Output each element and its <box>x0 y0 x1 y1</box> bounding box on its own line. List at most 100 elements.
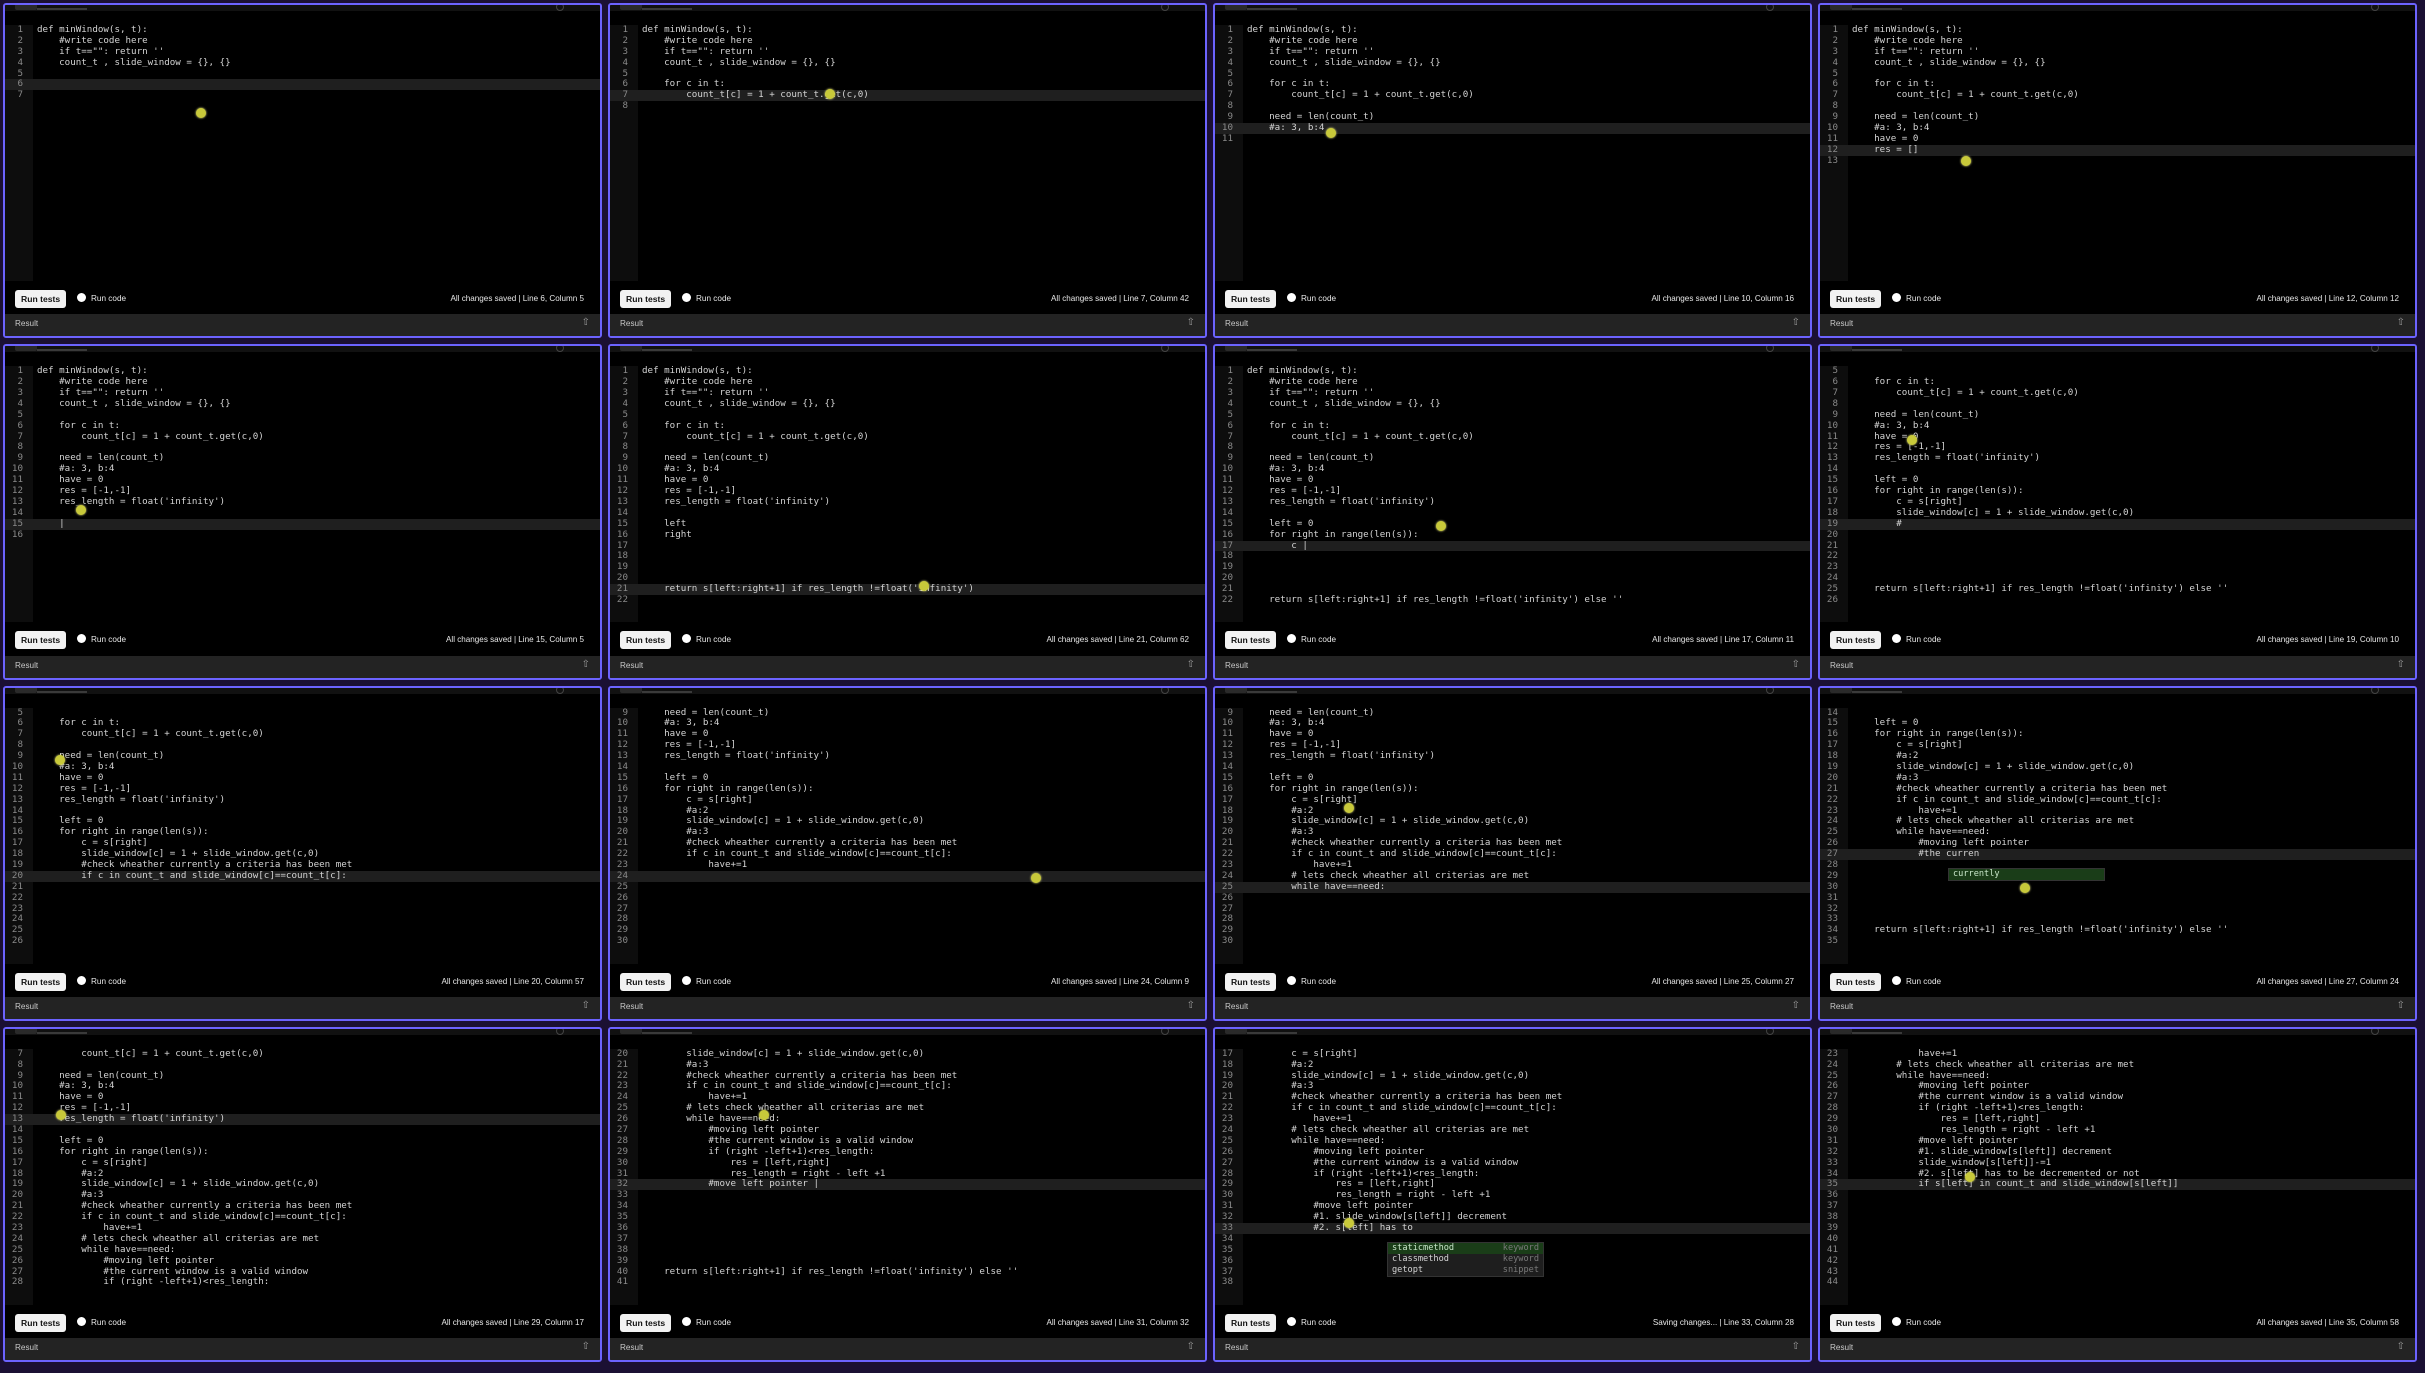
code-editor[interactable]: 56 for c in t: 7 count_t[c] = 1 + count_t… <box>5 696 600 964</box>
code-line[interactable]: 7 count_t[c] = 1 + count_t.get(c,0) <box>5 1048 600 1060</box>
run-code-button[interactable]: Run code <box>77 1314 126 1332</box>
code-line[interactable]: 38 <box>1820 1211 2415 1223</box>
code-line[interactable]: 4 count_t , slide_window = {}, {} <box>1215 398 1810 410</box>
file-tab[interactable] <box>1225 687 1247 693</box>
code-lines[interactable]: 56 for c in t: 7 count_t[c] = 1 + count_t… <box>1820 365 2415 606</box>
code-line[interactable]: 11 <box>1215 133 1810 145</box>
code-line[interactable]: 16 <box>5 529 600 541</box>
code-line[interactable]: 18 <box>1215 550 1810 562</box>
code-lines[interactable]: 9 need = len(count_t) 10 #a: 3, b:4 11 hav… <box>610 707 1205 948</box>
run-code-button[interactable]: Run code <box>1892 973 1941 991</box>
file-tab[interactable] <box>15 346 37 352</box>
expand-icon[interactable]: ⇧ <box>582 317 590 328</box>
run-tests-button[interactable]: Run tests <box>620 972 672 991</box>
code-line[interactable]: 40 return s[left:right+1] if res_length … <box>610 1266 1205 1278</box>
code-line[interactable]: 13 res_length = float('infinity') <box>5 794 600 806</box>
code-editor[interactable]: 1 def minWindow(s, t): 2 #write code here 3… <box>610 354 1205 623</box>
code-line[interactable]: 28 <box>1215 914 1810 925</box>
run-tests-button[interactable]: Run tests <box>1830 972 1882 991</box>
autocomplete-option[interactable]: getopt snippet <box>1388 1265 1543 1276</box>
code-line[interactable]: 28 if (right -left+1)<res_length: <box>5 1277 600 1288</box>
code-line[interactable]: 13 res_length = float('infinity') <box>610 496 1205 508</box>
result-panel[interactable]: Result ⇧ <box>610 314 1205 337</box>
code-line[interactable]: 21 <box>1820 540 2415 552</box>
settings-icon[interactable] <box>2371 687 2379 694</box>
run-tests-button[interactable]: Run tests <box>15 631 67 650</box>
settings-icon[interactable] <box>2371 5 2379 11</box>
run-tests-button[interactable]: Run tests <box>1225 631 1277 650</box>
code-line[interactable]: 7 count_t[c] = 1 + count_t.get(c,0) <box>1820 89 2415 101</box>
code-line[interactable]: 33 <box>610 1189 1205 1201</box>
settings-icon[interactable] <box>1766 5 1774 11</box>
expand-icon[interactable]: ⇧ <box>2397 659 2405 670</box>
code-line[interactable]: 21 return s[left:right+1] if res_length … <box>610 583 1205 595</box>
settings-icon[interactable] <box>556 346 564 353</box>
run-code-button[interactable]: Run code <box>77 973 126 991</box>
code-line[interactable]: 44 <box>1820 1277 2415 1288</box>
code-lines[interactable]: 23 have+=1 24 # lets check wheather all c… <box>1820 1048 2415 1289</box>
code-line[interactable]: 14 <box>5 507 600 519</box>
file-tab[interactable] <box>15 687 37 693</box>
run-code-button[interactable]: Run code <box>77 290 126 308</box>
code-line[interactable]: 27 <box>610 903 1205 915</box>
result-panel[interactable]: Result ⇧ <box>5 996 600 1019</box>
run-tests-button[interactable]: Run tests <box>15 290 67 308</box>
run-tests-button[interactable]: Run tests <box>620 631 672 650</box>
run-code-button[interactable]: Run code <box>682 631 731 649</box>
code-line[interactable]: 25 <box>5 924 600 936</box>
settings-icon[interactable] <box>1161 1028 1169 1035</box>
code-line[interactable]: 36 <box>610 1222 1205 1234</box>
code-line[interactable]: 4 count_t , slide_window = {}, {} <box>5 398 600 410</box>
run-code-button[interactable]: Run code <box>682 973 731 991</box>
run-code-button[interactable]: Run code <box>682 290 731 308</box>
result-panel[interactable]: Result ⇧ <box>5 1338 600 1360</box>
code-line[interactable]: 10 #a: 3, b:4 <box>1215 122 1810 134</box>
settings-icon[interactable] <box>1161 346 1169 353</box>
code-line[interactable]: 41 <box>1820 1244 2415 1256</box>
autocomplete-option[interactable]: currently <box>1949 869 2104 881</box>
code-editor[interactable]: 1 def minWindow(s, t): 2 #write code here 3… <box>1215 354 1810 623</box>
expand-icon[interactable]: ⇧ <box>1792 317 1800 328</box>
code-editor[interactable]: 20 slide_window[c] = 1 + slide_window.ge… <box>610 1037 1205 1305</box>
run-code-button[interactable]: Run code <box>77 631 126 649</box>
code-line[interactable]: 13 <box>1820 155 2415 167</box>
code-line[interactable]: 20 if c in count_t and slide_window[c]==… <box>5 870 600 882</box>
code-line[interactable]: 22 <box>1820 550 2415 562</box>
code-line[interactable]: 24 <box>5 914 600 925</box>
settings-icon[interactable] <box>1161 5 1169 11</box>
code-line[interactable]: 35 <box>610 1211 1205 1223</box>
code-line[interactable]: 23 <box>1820 561 2415 573</box>
code-line[interactable]: 18 slide_window[c] = 1 + slide_window.ge… <box>1820 507 2415 519</box>
run-tests-button[interactable]: Run tests <box>620 1313 672 1332</box>
result-panel[interactable]: Result ⇧ <box>1820 655 2415 678</box>
result-panel[interactable]: Result ⇧ <box>1820 314 2415 337</box>
code-line[interactable]: 4 count_t , slide_window = {}, {} <box>1820 57 2415 69</box>
code-line[interactable]: 15 | <box>5 518 600 530</box>
code-line[interactable]: 42 <box>1820 1255 2415 1267</box>
code-line[interactable]: 30 <box>610 935 1205 947</box>
code-line[interactable]: 13 res_length = float('infinity') <box>610 750 1205 762</box>
code-editor[interactable]: 1 def minWindow(s, t): 2 #write code here 3… <box>1215 13 1810 281</box>
code-line[interactable]: 43 <box>1820 1266 2415 1278</box>
file-tab[interactable] <box>1830 687 1852 693</box>
code-line[interactable]: 26 <box>1215 892 1810 904</box>
code-line[interactable]: 14 <box>610 507 1205 519</box>
code-line[interactable]: 35 <box>1820 935 2415 947</box>
code-line[interactable]: 13 res_length = float('infinity') <box>1215 496 1810 508</box>
code-line[interactable]: 40 <box>1820 1233 2415 1245</box>
settings-icon[interactable] <box>556 1028 564 1035</box>
code-line[interactable]: 35 if s[left] in count_t and slide_windo… <box>1820 1178 2415 1191</box>
run-code-button[interactable]: Run code <box>1892 290 1941 308</box>
code-line[interactable]: 41 <box>610 1277 1205 1288</box>
result-panel[interactable]: Result ⇧ <box>1820 1338 2415 1360</box>
autocomplete-popup[interactable]: staticmethod keyword classmethod keyword get… <box>1387 1242 1544 1278</box>
code-line[interactable]: 26 <box>5 935 600 947</box>
code-line[interactable]: 12 res = [] <box>1820 144 2415 156</box>
code-lines[interactable]: 9 need = len(count_t) 10 #a: 3, b:4 11 hav… <box>1215 707 1810 948</box>
code-line[interactable]: 7 count_t[c] = 1 + count_t.get(c,0) <box>1215 431 1810 443</box>
code-editor[interactable]: 23 have+=1 24 # lets check wheather all c… <box>1820 1037 2415 1305</box>
expand-icon[interactable]: ⇧ <box>2397 1000 2405 1011</box>
expand-icon[interactable]: ⇧ <box>1792 1341 1800 1352</box>
run-code-button[interactable]: Run code <box>682 1314 731 1332</box>
code-line[interactable]: 25 while have==need: <box>1215 881 1810 893</box>
